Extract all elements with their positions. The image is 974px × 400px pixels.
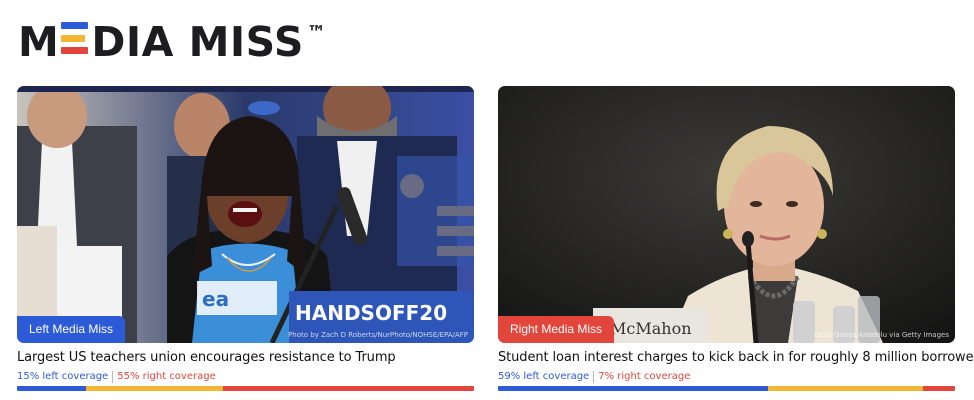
svg-text:ea: ea — [202, 287, 229, 311]
bias-distribution-bar — [498, 386, 955, 391]
bias-bar-right — [222, 386, 474, 391]
right-coverage-text: 7% right coverage — [598, 371, 691, 382]
bias-bar-center — [85, 386, 223, 391]
story-headline[interactable]: Student loan interest charges to kick ba… — [498, 350, 974, 365]
hearing-photo-illustration: McMahon — [498, 86, 955, 343]
logo-striped-e-icon — [61, 22, 89, 54]
right-coverage-text: 55% right coverage — [117, 371, 216, 382]
bias-bar-left — [498, 386, 768, 391]
left-coverage-text: 59% left coverage — [498, 371, 595, 383]
coverage-summary: 59% left coverage 7% right coverage — [498, 371, 955, 383]
rally-photo-illustration: ea HANDSOFF20 — [17, 86, 474, 343]
coverage-summary: 15% left coverage 55% right coverage — [17, 371, 474, 383]
left-coverage-text: 15% left coverage — [17, 371, 114, 383]
right-media-miss-badge: Right Media Miss — [498, 316, 615, 343]
nameplate-text: McMahon — [610, 319, 692, 338]
bias-distribution-bar — [17, 386, 474, 391]
story-card-right-media-miss[interactable]: McMahon Celal Gunes/Anadolu via Getty Im… — [498, 86, 974, 391]
media-miss-logo[interactable]: M DIA MISS ™ — [18, 18, 326, 66]
bias-bar-right — [923, 386, 955, 391]
trademark-symbol: ™ — [306, 22, 326, 44]
image-credit: Photo by Zach D Roberts/NurPhoto/NOHSE/E… — [288, 331, 468, 339]
bias-bar-center — [767, 386, 923, 391]
sign-text-handsoff: HANDSOFF20 — [295, 301, 447, 325]
story-image-mcmahon-hearing[interactable]: McMahon Celal Gunes/Anadolu via Getty Im… — [498, 86, 955, 343]
story-headline[interactable]: Largest US teachers union encourages res… — [17, 350, 474, 365]
bias-bar-left — [17, 386, 86, 391]
logo-text-m: M — [18, 18, 60, 66]
left-media-miss-badge: Left Media Miss — [17, 316, 126, 343]
story-image-teachers-union-rally[interactable]: ea HANDSOFF20 Photo by Zach D Roberts/Nu… — [17, 86, 474, 343]
image-credit: Celal Gunes/Anadolu via Getty Images — [814, 331, 949, 339]
story-card-left-media-miss[interactable]: ea HANDSOFF20 Photo by Zach D Roberts/Nu… — [17, 86, 474, 391]
logo-text-rest: DIA MISS — [91, 18, 304, 66]
